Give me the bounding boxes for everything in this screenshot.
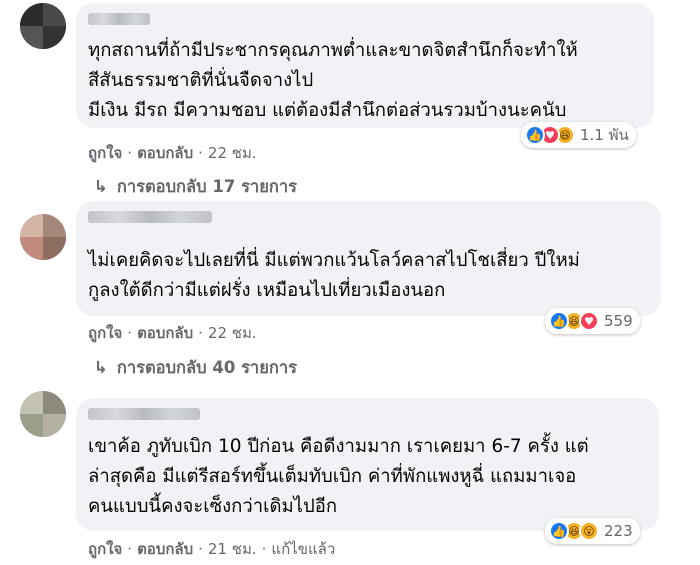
timestamp[interactable]: 21 ชม. [208,540,257,558]
reply-arrow-icon: ↳ [94,358,108,377]
avatar[interactable] [20,391,66,437]
like-icon: 👍 [549,311,569,331]
timestamp[interactable]: 22 ชม. [208,144,257,162]
like-button[interactable]: ถูกใจ [88,144,122,162]
comment-text: เขาค้อ ภูทับเบิก 10 ปีก่อน คือดีงามมาก เ… [88,436,589,517]
comment-text: ทุกสถานที่ถ้ามีประชากรคุณภาพต่ำและขาดจิต… [88,40,578,121]
comment-text: ไม่เคยคิดจะไปเลยที่นี่ มีแต่พวกแว้นโลว์ค… [88,250,580,301]
like-icon: 👍 [525,125,545,145]
comment-bubble: ไม่เคยคิดจะไปเลยที่นี่ มีแต่พวกแว้นโลว์ค… [76,201,661,316]
timestamp[interactable]: 22 ชม. [208,324,257,342]
author-name-blurred[interactable] [88,408,200,420]
view-replies-link[interactable]: ↳ การตอบกลับ 40 รายการ [94,355,297,381]
comment-bubble: เขาค้อ ภูทับเบิก 10 ปีก่อน คือดีงามมาก เ… [76,398,659,531]
love-icon: ♥ [579,311,599,331]
comment-actions: ถูกใจ · ตอบกลับ · 22 ชม. [88,144,257,162]
reply-button[interactable]: ตอบกลับ [137,540,193,558]
reaction-summary[interactable]: 👍 ♥ 😆 1.1 พัน [521,122,636,148]
reaction-count: 559 [604,312,633,330]
author-name-blurred[interactable] [88,211,212,223]
comment-actions: ถูกใจ · ตอบกลับ · 21 ชม. · แก้ไขแล้ว [88,540,336,558]
reaction-summary[interactable]: 👍 😆 ♥ 559 [545,308,640,334]
reply-button[interactable]: ตอบกลับ [137,144,193,162]
edited-label[interactable]: แก้ไขแล้ว [271,540,335,558]
like-button[interactable]: ถูกใจ [88,540,122,558]
like-button[interactable]: ถูกใจ [88,324,122,342]
reaction-summary[interactable]: 👍 😆 😮 223 [545,518,640,544]
like-icon: 👍 [549,521,569,541]
reply-arrow-icon: ↳ [94,177,108,196]
reply-button[interactable]: ตอบกลับ [137,324,193,342]
avatar[interactable] [20,3,66,49]
wow-icon: 😮 [579,521,599,541]
author-name-blurred[interactable] [88,13,150,25]
avatar[interactable] [20,214,66,260]
reaction-count: 223 [604,522,633,540]
reaction-count: 1.1 พัน [580,126,629,144]
comment-bubble: ทุกสถานที่ถ้ามีประชากรคุณภาพต่ำและขาดจิต… [76,3,654,128]
view-replies-link[interactable]: ↳ การตอบกลับ 17 รายการ [94,174,297,200]
comment-actions: ถูกใจ · ตอบกลับ · 22 ชม. [88,324,257,342]
